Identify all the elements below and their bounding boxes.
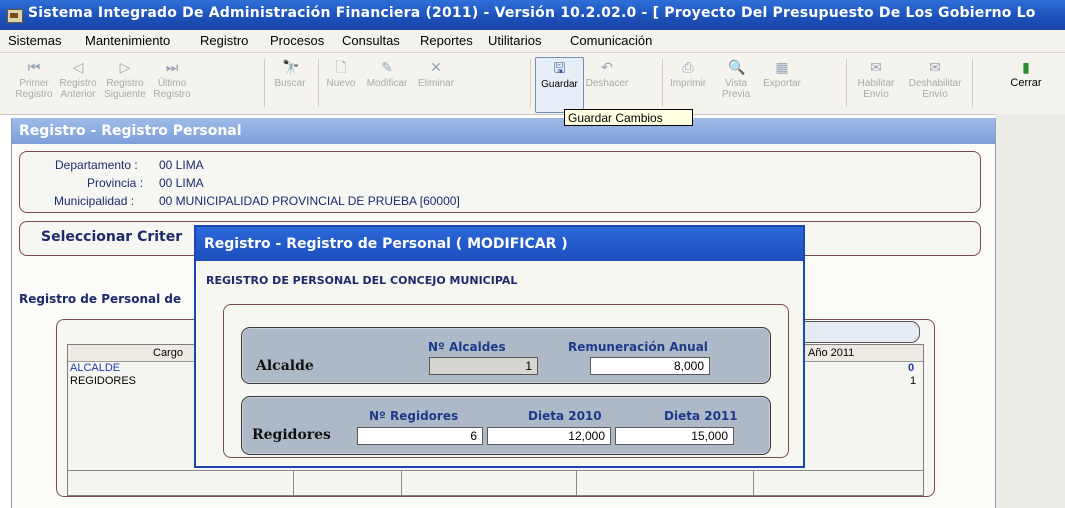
alcalde-group: Alcalde Nº Alcaldes Remuneración Anual <box>241 327 771 384</box>
remuneracion-field[interactable] <box>590 357 710 375</box>
edit-icon: ✎ <box>381 59 393 75</box>
preview-icon: 🔍 <box>728 59 746 75</box>
dieta-2010-field[interactable] <box>487 427 611 445</box>
close-door-icon: ▮ <box>1022 59 1030 75</box>
background-area <box>995 114 1065 508</box>
save-icon: 🖫 <box>553 60 566 76</box>
next-record-button[interactable]: ▷ Registro Siguiente <box>102 57 148 111</box>
export-icon: ▦ <box>775 59 789 75</box>
dialog-subtitle: REGISTRO DE PERSONAL DEL CONCEJO MUNICIP… <box>206 274 518 287</box>
app-icon[interactable] <box>7 9 23 23</box>
criteria-label: Seleccionar Criter <box>41 229 183 245</box>
delete-button[interactable]: ✕ Eliminar <box>414 57 458 111</box>
column-header-year[interactable]: Año 2011 <box>808 347 854 359</box>
menu-sistemas[interactable]: Sistemas <box>8 33 61 48</box>
toolbar-separator <box>264 59 265 107</box>
filter-pill <box>792 321 920 343</box>
menu-bar: Sistemas Mantenimiento Registro Procesos… <box>0 30 1065 53</box>
grid-divider <box>68 470 923 471</box>
menu-reportes[interactable]: Reportes <box>420 33 473 48</box>
municipalidad-label: Municipalidad : <box>54 194 135 208</box>
export-button[interactable]: ▦ Exportar <box>760 57 804 111</box>
provincia-label: Provincia : <box>87 176 144 190</box>
dialog-title: Registro - Registro de Personal ( MODIFI… <box>196 227 803 261</box>
undo-button[interactable]: ↶ Deshacer <box>584 57 630 111</box>
delete-icon: ✕ <box>430 59 442 75</box>
row-cargo: REGIDORES <box>70 375 137 387</box>
binoculars-icon: 🔭 <box>282 59 300 75</box>
departamento-label: Departamento : <box>55 158 138 172</box>
grid-divider <box>576 471 577 495</box>
regidores-count-field[interactable] <box>357 427 483 445</box>
new-document-icon: 🗋 <box>335 59 347 75</box>
row-value: 1 <box>910 375 917 387</box>
first-record-icon: ⏮ <box>27 59 41 75</box>
toolbar: ⏮ Primer Registro ◁ Registro Anterior ▷ Re… <box>0 53 1065 115</box>
menu-comunicacion[interactable]: Comunicación <box>570 33 652 48</box>
toolbar-separator <box>662 59 663 107</box>
new-button[interactable]: 🗋 Nuevo <box>322 57 360 111</box>
grid-divider <box>753 471 754 495</box>
menu-utilitarios[interactable]: Utilitarios <box>488 33 541 48</box>
title-bar: Sistema Integrado De Administración Fina… <box>0 0 1065 30</box>
dialog-frame: Alcalde Nº Alcaldes Remuneración Anual R… <box>223 304 789 458</box>
dieta-2011-label: Dieta 2011 <box>664 409 738 423</box>
toolbar-separator <box>846 59 847 107</box>
location-info-panel: Departamento : 00 LIMA Provincia : 00 LI… <box>19 151 981 213</box>
alcaldes-count-label: Nº Alcaldes <box>428 340 506 354</box>
toolbar-separator <box>530 59 531 107</box>
provincia-value: 00 LIMA <box>159 176 204 190</box>
window-header: Registro - Registro Personal <box>12 118 995 144</box>
menu-procesos[interactable]: Procesos <box>270 33 324 48</box>
row-cargo: ALCALDE <box>70 362 121 374</box>
edit-button[interactable]: ✎ Modificar <box>362 57 412 111</box>
save-button[interactable]: 🖫 Guardar <box>535 57 584 113</box>
disable-send-icon: ✉ <box>929 59 941 75</box>
regidores-count-label: Nº Regidores <box>369 409 459 423</box>
row-value: 0 <box>908 362 915 374</box>
column-header-cargo[interactable]: Cargo <box>153 347 183 359</box>
grid-divider <box>401 471 402 495</box>
save-tooltip: Guardar Cambios <box>564 109 693 126</box>
toolbar-separator <box>972 59 973 107</box>
next-record-icon: ▷ <box>119 59 131 75</box>
search-button[interactable]: 🔭 Buscar <box>270 57 310 111</box>
enable-send-button[interactable]: ✉ Habilitar Envío <box>852 57 900 111</box>
regidores-group: Regidores Nº Regidores Dieta 2010 Dieta … <box>241 396 771 455</box>
regidores-label: Regidores <box>252 427 331 443</box>
window-title: Sistema Integrado De Administración Fina… <box>28 5 1036 21</box>
undo-icon: ↶ <box>601 59 613 75</box>
toolbar-separator <box>318 59 319 107</box>
preview-button[interactable]: 🔍 Vista Previa <box>714 57 758 111</box>
municipalidad-value: 00 MUNICIPALIDAD PROVINCIAL DE PRUEBA [6… <box>159 194 460 208</box>
remuneracion-label: Remuneración Anual <box>568 340 708 354</box>
first-record-button[interactable]: ⏮ Primer Registro <box>14 57 54 111</box>
alcaldes-count-field[interactable] <box>429 357 538 375</box>
grid-divider <box>293 471 294 495</box>
last-record-icon: ⏭ <box>165 59 179 75</box>
printer-icon: ⎙ <box>682 59 694 75</box>
registro-personal-label: Registro de Personal de <box>19 292 182 306</box>
close-button[interactable]: ▮ Cerrar <box>1004 57 1048 111</box>
previous-record-icon: ◁ <box>72 59 84 75</box>
modify-personal-dialog: Registro - Registro de Personal ( MODIFI… <box>194 225 805 468</box>
dieta-2010-label: Dieta 2010 <box>528 409 602 423</box>
menu-registro[interactable]: Registro <box>200 33 248 48</box>
print-button[interactable]: ⎙ Imprimir <box>666 57 710 111</box>
last-record-button[interactable]: ⏭ Último Registro <box>150 57 194 111</box>
menu-mantenimiento[interactable]: Mantenimiento <box>85 33 170 48</box>
previous-record-button[interactable]: ◁ Registro Anterior <box>56 57 100 111</box>
dieta-2011-field[interactable] <box>615 427 734 445</box>
departamento-value: 00 LIMA <box>159 158 204 172</box>
enable-send-icon: ✉ <box>870 59 882 75</box>
alcalde-label: Alcalde <box>256 358 314 374</box>
disable-send-button[interactable]: ✉ Deshabilitar Envío <box>904 57 966 111</box>
menu-consultas[interactable]: Consultas <box>342 33 400 48</box>
